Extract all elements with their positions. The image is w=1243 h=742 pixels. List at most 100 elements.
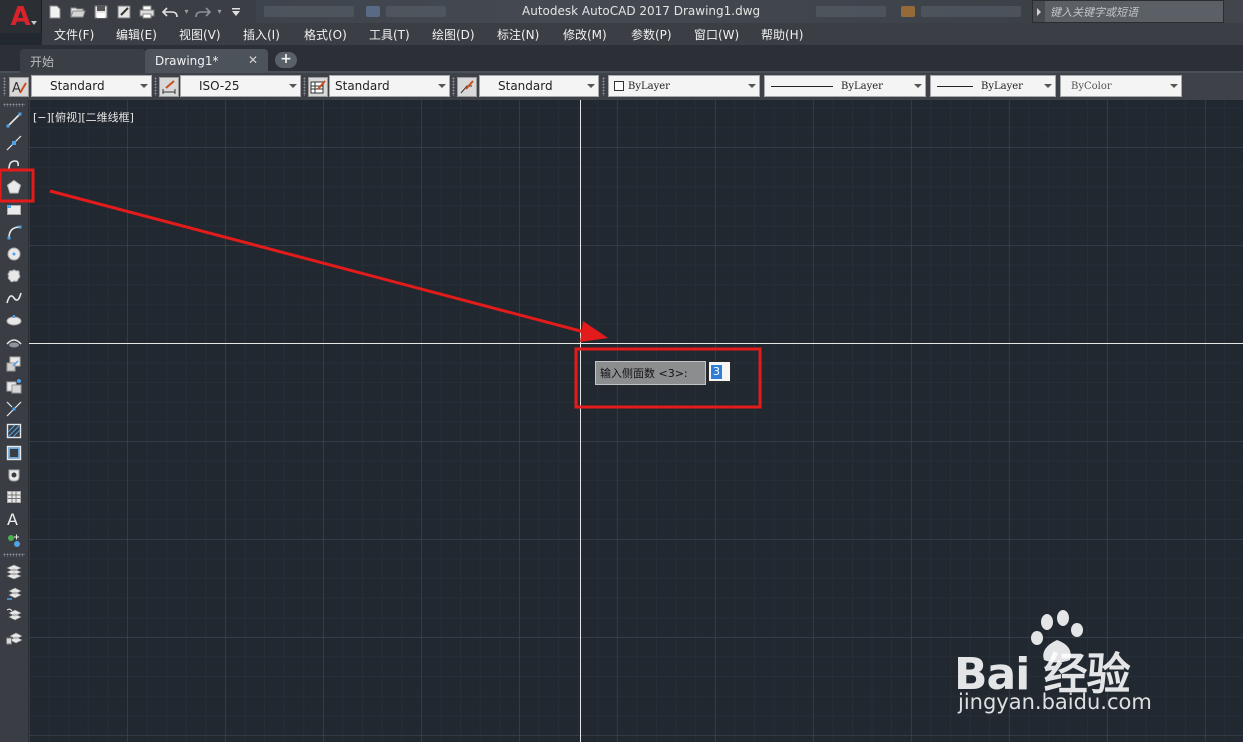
menu-help[interactable]: 帮助(H) <box>761 26 803 43</box>
insert-block-icon[interactable] <box>3 354 24 374</box>
viewport-controls-label[interactable]: [−][俯视][二维线框] <box>33 109 134 125</box>
menu-edit[interactable]: 编辑(E) <box>116 26 157 43</box>
chevron-down-icon <box>136 76 151 96</box>
construction-line-icon[interactable] <box>3 133 24 153</box>
menu-draw[interactable]: 绘图(D) <box>432 26 475 43</box>
gradient-icon[interactable] <box>3 443 24 463</box>
linetype-value: ByLayer <box>841 80 883 92</box>
application-menu-button[interactable]: A <box>0 0 42 33</box>
table-style-icon[interactable] <box>308 77 328 97</box>
chevron-down-icon <box>744 76 759 96</box>
text-style-value: Standard <box>50 79 105 93</box>
undo-icon[interactable] <box>161 3 179 21</box>
region-icon[interactable] <box>3 465 24 485</box>
table-style-dropdown[interactable]: Standard <box>329 75 450 97</box>
tab-drawing1-label: Drawing1* <box>155 54 219 68</box>
ellipse-icon[interactable] <box>3 310 24 330</box>
point-icon[interactable] <box>3 399 24 419</box>
circle-icon[interactable] <box>3 244 24 264</box>
menu-dimension[interactable]: 标注(N) <box>497 26 539 43</box>
dimension-style-dropdown[interactable]: ISO-25 <box>180 75 301 97</box>
close-icon[interactable]: ✕ <box>248 53 258 67</box>
color-swatch <box>614 81 624 91</box>
new-file-icon[interactable] <box>46 3 64 21</box>
watermark-url: jingyan.baidu.com <box>958 690 1152 714</box>
customize-qat-icon[interactable] <box>227 3 245 21</box>
ellipse-arc-icon[interactable] <box>3 332 24 352</box>
layer-states-icon[interactable] <box>3 605 24 625</box>
lineweight-value: ByLayer <box>981 80 1023 92</box>
plot-style-dropdown[interactable]: ByColor <box>1060 75 1182 97</box>
crosshair-horizontal <box>29 343 1243 344</box>
file-tab-bar: 开始 Drawing1* ✕ <box>0 45 1243 73</box>
chevron-down-icon <box>434 76 449 96</box>
layer-icon[interactable] <box>3 561 24 581</box>
chevron-down-icon <box>1166 76 1181 96</box>
toolbar-grip[interactable] <box>154 77 157 96</box>
sides-count-input[interactable]: 3 <box>708 361 731 382</box>
new-tab-button[interactable]: + <box>275 52 297 68</box>
layer-properties-icon[interactable] <box>3 627 24 647</box>
rectangle-icon[interactable] <box>3 200 24 220</box>
menu-insert[interactable]: 插入(I) <box>243 26 280 43</box>
table-icon[interactable] <box>3 487 24 507</box>
toolbar-grip[interactable] <box>3 553 25 557</box>
polyline-icon[interactable] <box>3 155 24 175</box>
arc-icon[interactable] <box>3 222 24 242</box>
text-style-dropdown[interactable]: Standard <box>31 75 152 97</box>
menu-bar: 文件(F) 编辑(E) 视图(V) 插入(I) 格式(O) 工具(T) 绘图(D… <box>42 23 1243 45</box>
make-block-icon[interactable] <box>3 376 24 396</box>
menu-modify[interactable]: 修改(M) <box>563 26 607 43</box>
search-box[interactable]: 键入关键字或短语 <box>1032 0 1224 23</box>
toolbar-grip[interactable] <box>602 77 605 96</box>
spline-icon[interactable] <box>3 288 24 308</box>
menu-format[interactable]: 格式(O) <box>304 26 347 43</box>
tab-start[interactable]: 开始 <box>20 49 146 73</box>
toolbar-grip[interactable] <box>3 77 6 96</box>
multiline-text-icon[interactable]: A <box>3 509 24 529</box>
crosshair-vertical <box>580 100 581 742</box>
linetype-sample <box>771 85 833 87</box>
dynamic-input-prompt: 输入侧面数 <3>: <box>595 361 706 385</box>
dimension-style-icon[interactable] <box>159 77 179 97</box>
toolbar-grip[interactable] <box>303 77 306 96</box>
prompt-label: 输入侧面数 <3>: <box>600 367 688 380</box>
undo-dropdown-icon[interactable]: ▾ <box>184 6 189 18</box>
menu-tools[interactable]: 工具(T) <box>369 26 410 43</box>
table-style-value: Standard <box>335 79 390 93</box>
line-icon[interactable] <box>3 110 24 130</box>
toolbar-grip[interactable] <box>452 77 455 96</box>
plot-icon[interactable] <box>138 3 156 21</box>
lineweight-control-dropdown[interactable]: ByLayer <box>930 75 1056 97</box>
revision-cloud-icon[interactable] <box>3 266 24 286</box>
add-selected-icon[interactable] <box>3 531 24 551</box>
chevron-down-icon <box>31 21 37 25</box>
redo-icon[interactable] <box>194 3 212 21</box>
hatch-icon[interactable] <box>3 421 24 441</box>
search-expand-icon[interactable] <box>1033 1 1045 22</box>
search-placeholder: 键入关键字或短语 <box>1050 5 1138 19</box>
svg-text:A: A <box>7 510 18 528</box>
layer-previous-icon[interactable] <box>3 583 24 603</box>
menu-file[interactable]: 文件(F) <box>54 26 94 43</box>
open-file-icon[interactable] <box>69 3 87 21</box>
menu-window[interactable]: 窗口(W) <box>694 26 739 43</box>
redo-dropdown-icon[interactable]: ▾ <box>217 6 222 18</box>
multileader-style-dropdown[interactable]: Standard <box>479 75 599 97</box>
polygon-icon[interactable] <box>3 177 24 197</box>
tab-drawing1[interactable]: Drawing1* ✕ <box>145 49 268 73</box>
text-style-icon[interactable]: A <box>9 77 29 97</box>
menu-parametric[interactable]: 参数(P) <box>631 26 672 43</box>
autocad-logo-icon: A <box>10 1 31 32</box>
menu-view[interactable]: 视图(V) <box>179 26 221 43</box>
save-icon[interactable] <box>92 3 110 21</box>
multileader-style-icon[interactable] <box>457 77 477 97</box>
dimension-style-value: ISO-25 <box>199 79 240 93</box>
window-title: Autodesk AutoCAD 2017 Drawing1.dwg <box>522 4 761 18</box>
color-value: ByLayer <box>628 80 670 92</box>
color-control-dropdown[interactable]: ByLayer <box>608 75 760 97</box>
autocad-window: Autodesk AutoCAD 2017 Drawing1.dwg 键入关键字… <box>0 0 1243 742</box>
linetype-control-dropdown[interactable]: ByLayer <box>764 75 926 97</box>
save-as-icon[interactable] <box>115 3 133 21</box>
toolbar-grip[interactable] <box>3 103 25 107</box>
